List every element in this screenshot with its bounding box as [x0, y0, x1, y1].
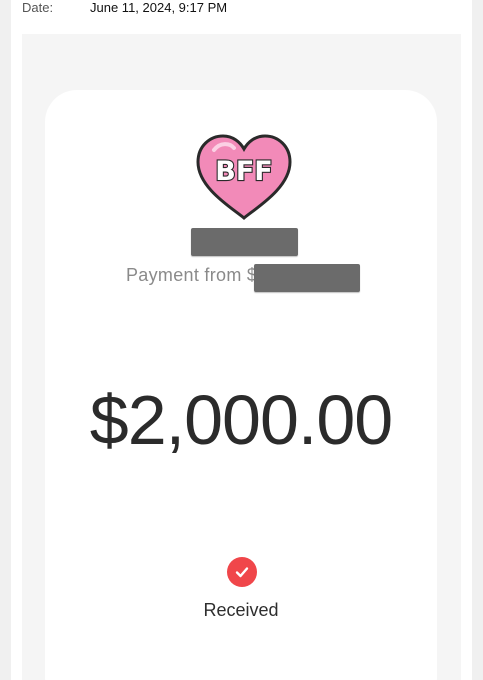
- heart-bff-avatar-icon: BFF: [196, 134, 292, 220]
- receipt-panel: BFF Payment from $ $2,000.00 Received: [22, 34, 461, 680]
- payment-from-label: Payment from $: [126, 265, 258, 285]
- status-label: Received: [203, 600, 279, 620]
- redacted-cashtag: [254, 264, 360, 292]
- check-icon: [227, 557, 257, 587]
- payment-amount: $2,000.00: [89, 381, 393, 459]
- date-row: Date: June 11, 2024, 9:17 PM: [22, 0, 227, 17]
- payment-card: BFF Payment from $ $2,000.00 Received: [45, 90, 437, 680]
- date-label: Date:: [22, 0, 54, 15]
- redacted-name: [191, 228, 298, 256]
- date-value: June 11, 2024, 9:17 PM: [90, 0, 228, 15]
- avatar-text: BFF: [215, 156, 272, 187]
